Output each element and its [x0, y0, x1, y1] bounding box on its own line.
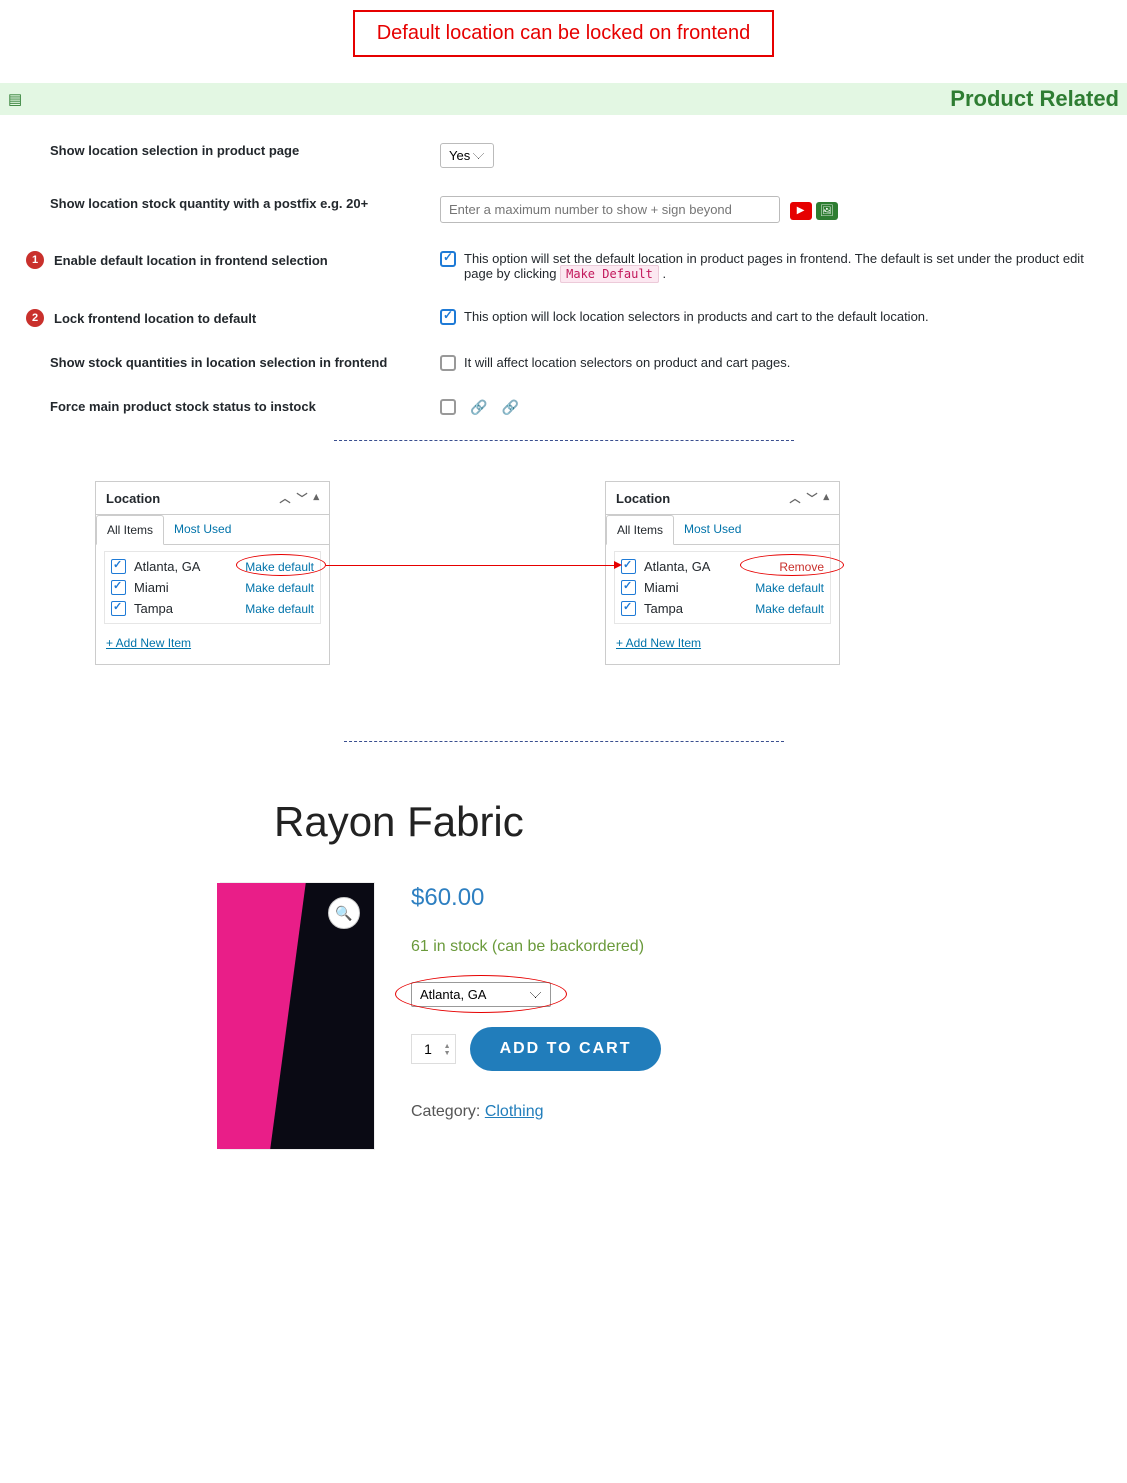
location-row: Atlanta, GA Make default — [111, 556, 314, 577]
quantity-input[interactable] — [416, 1041, 440, 1057]
sort-icon[interactable]: ▴ — [823, 490, 829, 506]
add-new-location-link[interactable]: + Add New Item — [606, 628, 839, 664]
setting-label: Show stock quantities in location select… — [50, 355, 387, 370]
location-row: Miami Make default — [621, 577, 824, 598]
row-lock-frontend-location: 2 Lock frontend location to default This… — [50, 295, 1127, 341]
panel-title: Location — [616, 491, 670, 506]
youtube-icon[interactable]: ▶ — [790, 202, 812, 220]
location-checkbox[interactable] — [111, 601, 126, 616]
setting-description: This option will set the default locatio… — [464, 251, 1107, 281]
row-force-instock: Force main product stock status to insto… — [50, 385, 1127, 430]
add-new-location-link[interactable]: + Add New Item — [96, 628, 329, 664]
setting-label: Enable default location in frontend sele… — [54, 253, 328, 268]
annotation-arrow-line — [326, 565, 614, 566]
panel-title: Location — [106, 491, 160, 506]
tab-most-used[interactable]: Most Used — [164, 515, 241, 544]
make-default-link[interactable]: Make default — [755, 602, 824, 616]
location-row: Atlanta, GA Remove — [621, 556, 824, 577]
force-instock-checkbox[interactable] — [440, 399, 456, 415]
tab-all-items[interactable]: All Items — [606, 515, 674, 545]
stock-message: 61 in stock (can be backordered) — [411, 938, 661, 956]
section-icon: ▤ — [8, 90, 22, 108]
collapse-down-icon[interactable]: ﹀ — [296, 490, 307, 506]
step-badge-1: 1 — [26, 251, 44, 269]
location-row: Miami Make default — [111, 577, 314, 598]
make-default-link[interactable]: Make default — [245, 581, 314, 595]
category-line: Category: Clothing — [411, 1103, 661, 1121]
sort-icon[interactable]: ▴ — [313, 490, 319, 506]
divider — [344, 741, 784, 742]
make-default-code: Make Default — [560, 265, 659, 283]
zoom-icon[interactable]: 🔍 — [328, 897, 360, 929]
link-icon[interactable]: 🔗 — [470, 399, 487, 416]
lock-frontend-checkbox[interactable] — [440, 309, 456, 325]
location-checkbox[interactable] — [621, 601, 636, 616]
qty-up-icon[interactable]: ▲ — [444, 1043, 451, 1050]
location-checkbox[interactable] — [621, 559, 636, 574]
location-panel-after: Location ︿ ﹀ ▴ All Items Most Used Atlan… — [605, 481, 840, 665]
show-stock-checkbox[interactable] — [440, 355, 456, 371]
annotation-banner: Default location can be locked on fronte… — [353, 10, 775, 57]
location-row: Tampa Make default — [111, 598, 314, 619]
location-name: Tampa — [134, 601, 245, 616]
setting-label: Lock frontend location to default — [54, 311, 256, 326]
product-image[interactable]: 🔍 — [220, 882, 375, 1150]
location-row: Tampa Make default — [621, 598, 824, 619]
link-icon[interactable]: 🔗 — [501, 399, 518, 416]
image-icon[interactable]: 🖼 — [816, 202, 838, 220]
product-price: $60.00 — [411, 884, 661, 912]
setting-label: Show location selection in product page — [50, 143, 299, 158]
setting-label: Force main product stock status to insto… — [50, 399, 316, 414]
location-checkbox[interactable] — [111, 559, 126, 574]
location-panels-row: Location ︿ ﹀ ▴ All Items Most Used Atlan… — [0, 481, 1127, 701]
quantity-stepper[interactable]: ▲▼ — [411, 1034, 456, 1065]
collapse-up-icon[interactable]: ︿ — [789, 490, 800, 506]
make-default-link[interactable]: Make default — [245, 602, 314, 616]
product-title: Rayon Fabric — [274, 798, 1127, 846]
row-enable-default-location: 1 Enable default location in frontend se… — [50, 237, 1127, 295]
collapse-down-icon[interactable]: ﹀ — [806, 490, 817, 506]
add-to-cart-button[interactable]: ADD TO CART — [470, 1027, 662, 1071]
make-default-link[interactable]: Make default — [755, 581, 824, 595]
tab-all-items[interactable]: All Items — [96, 515, 164, 545]
show-location-select[interactable]: Yes — [440, 143, 494, 168]
enable-default-checkbox[interactable] — [440, 251, 456, 267]
settings-form: Show location selection in product page … — [0, 115, 1127, 436]
remove-default-link[interactable]: Remove — [779, 560, 824, 574]
section-header: ▤ Product Related — [0, 83, 1127, 115]
section-title: Product Related — [950, 86, 1119, 112]
product-preview: Rayon Fabric 🔍 $60.00 61 in stock (can b… — [220, 798, 1127, 1150]
step-badge-2: 2 — [26, 309, 44, 327]
frontend-location-select[interactable]: Atlanta, GA — [411, 982, 551, 1007]
tab-most-used[interactable]: Most Used — [674, 515, 751, 544]
location-checkbox[interactable] — [621, 580, 636, 595]
qty-down-icon[interactable]: ▼ — [444, 1050, 451, 1057]
setting-label: Show location stock quantity with a post… — [50, 196, 368, 211]
make-default-link[interactable]: Make default — [245, 560, 314, 574]
divider — [334, 440, 794, 441]
location-name: Atlanta, GA — [134, 559, 245, 574]
location-name: Miami — [644, 580, 755, 595]
annotation-arrow-head — [614, 561, 622, 569]
product-image-graphic — [217, 883, 306, 1149]
location-name: Tampa — [644, 601, 755, 616]
collapse-up-icon[interactable]: ︿ — [279, 490, 290, 506]
stock-postfix-input[interactable] — [440, 196, 780, 223]
location-name: Miami — [134, 580, 245, 595]
location-name: Atlanta, GA — [644, 559, 779, 574]
location-checkbox[interactable] — [111, 580, 126, 595]
setting-description: It will affect location selectors on pro… — [464, 355, 790, 370]
row-stock-postfix: Show location stock quantity with a post… — [50, 182, 1127, 237]
setting-description: This option will lock location selectors… — [464, 309, 929, 324]
category-link[interactable]: Clothing — [485, 1103, 544, 1120]
row-show-location-select: Show location selection in product page … — [50, 129, 1127, 182]
row-show-stock-quantities: Show stock quantities in location select… — [50, 341, 1127, 385]
location-panel-before: Location ︿ ﹀ ▴ All Items Most Used Atlan… — [95, 481, 330, 665]
